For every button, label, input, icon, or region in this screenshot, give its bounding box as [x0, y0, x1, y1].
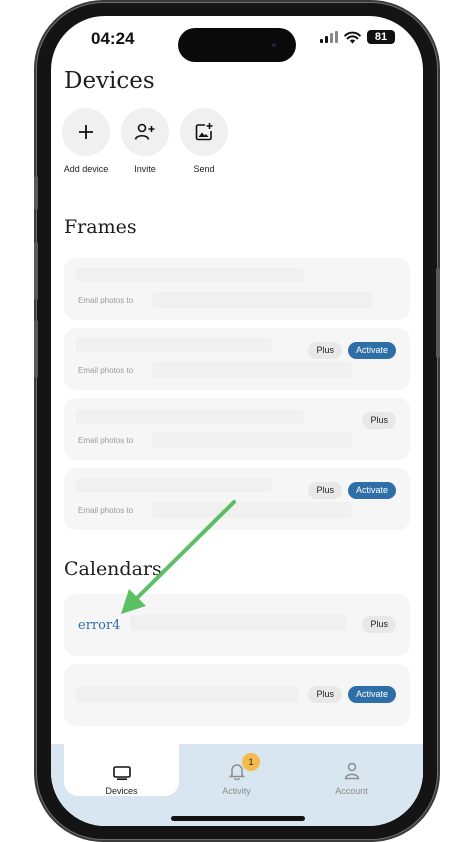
frame-icon	[112, 766, 131, 780]
tab-bar: Devices Activity 1 Account	[51, 744, 423, 826]
tab-activity[interactable]: Activity 1	[179, 744, 294, 796]
home-indicator	[171, 816, 305, 821]
tab-account-label: Account	[335, 786, 368, 796]
person-icon	[344, 762, 359, 780]
screen: 04:24 81 Devices Add device Invite Send …	[51, 16, 423, 826]
tab-devices[interactable]: Devices	[64, 744, 179, 796]
volume-down-button	[34, 320, 38, 378]
tab-devices-label: Devices	[105, 786, 138, 796]
activity-count-badge: 1	[242, 753, 260, 771]
tab-account[interactable]: Account	[294, 744, 409, 796]
volume-up-button	[34, 242, 38, 300]
annotation-arrow	[121, 500, 236, 614]
power-button	[436, 268, 440, 358]
tab-activity-label: Activity	[222, 786, 251, 796]
action-button	[34, 176, 38, 210]
